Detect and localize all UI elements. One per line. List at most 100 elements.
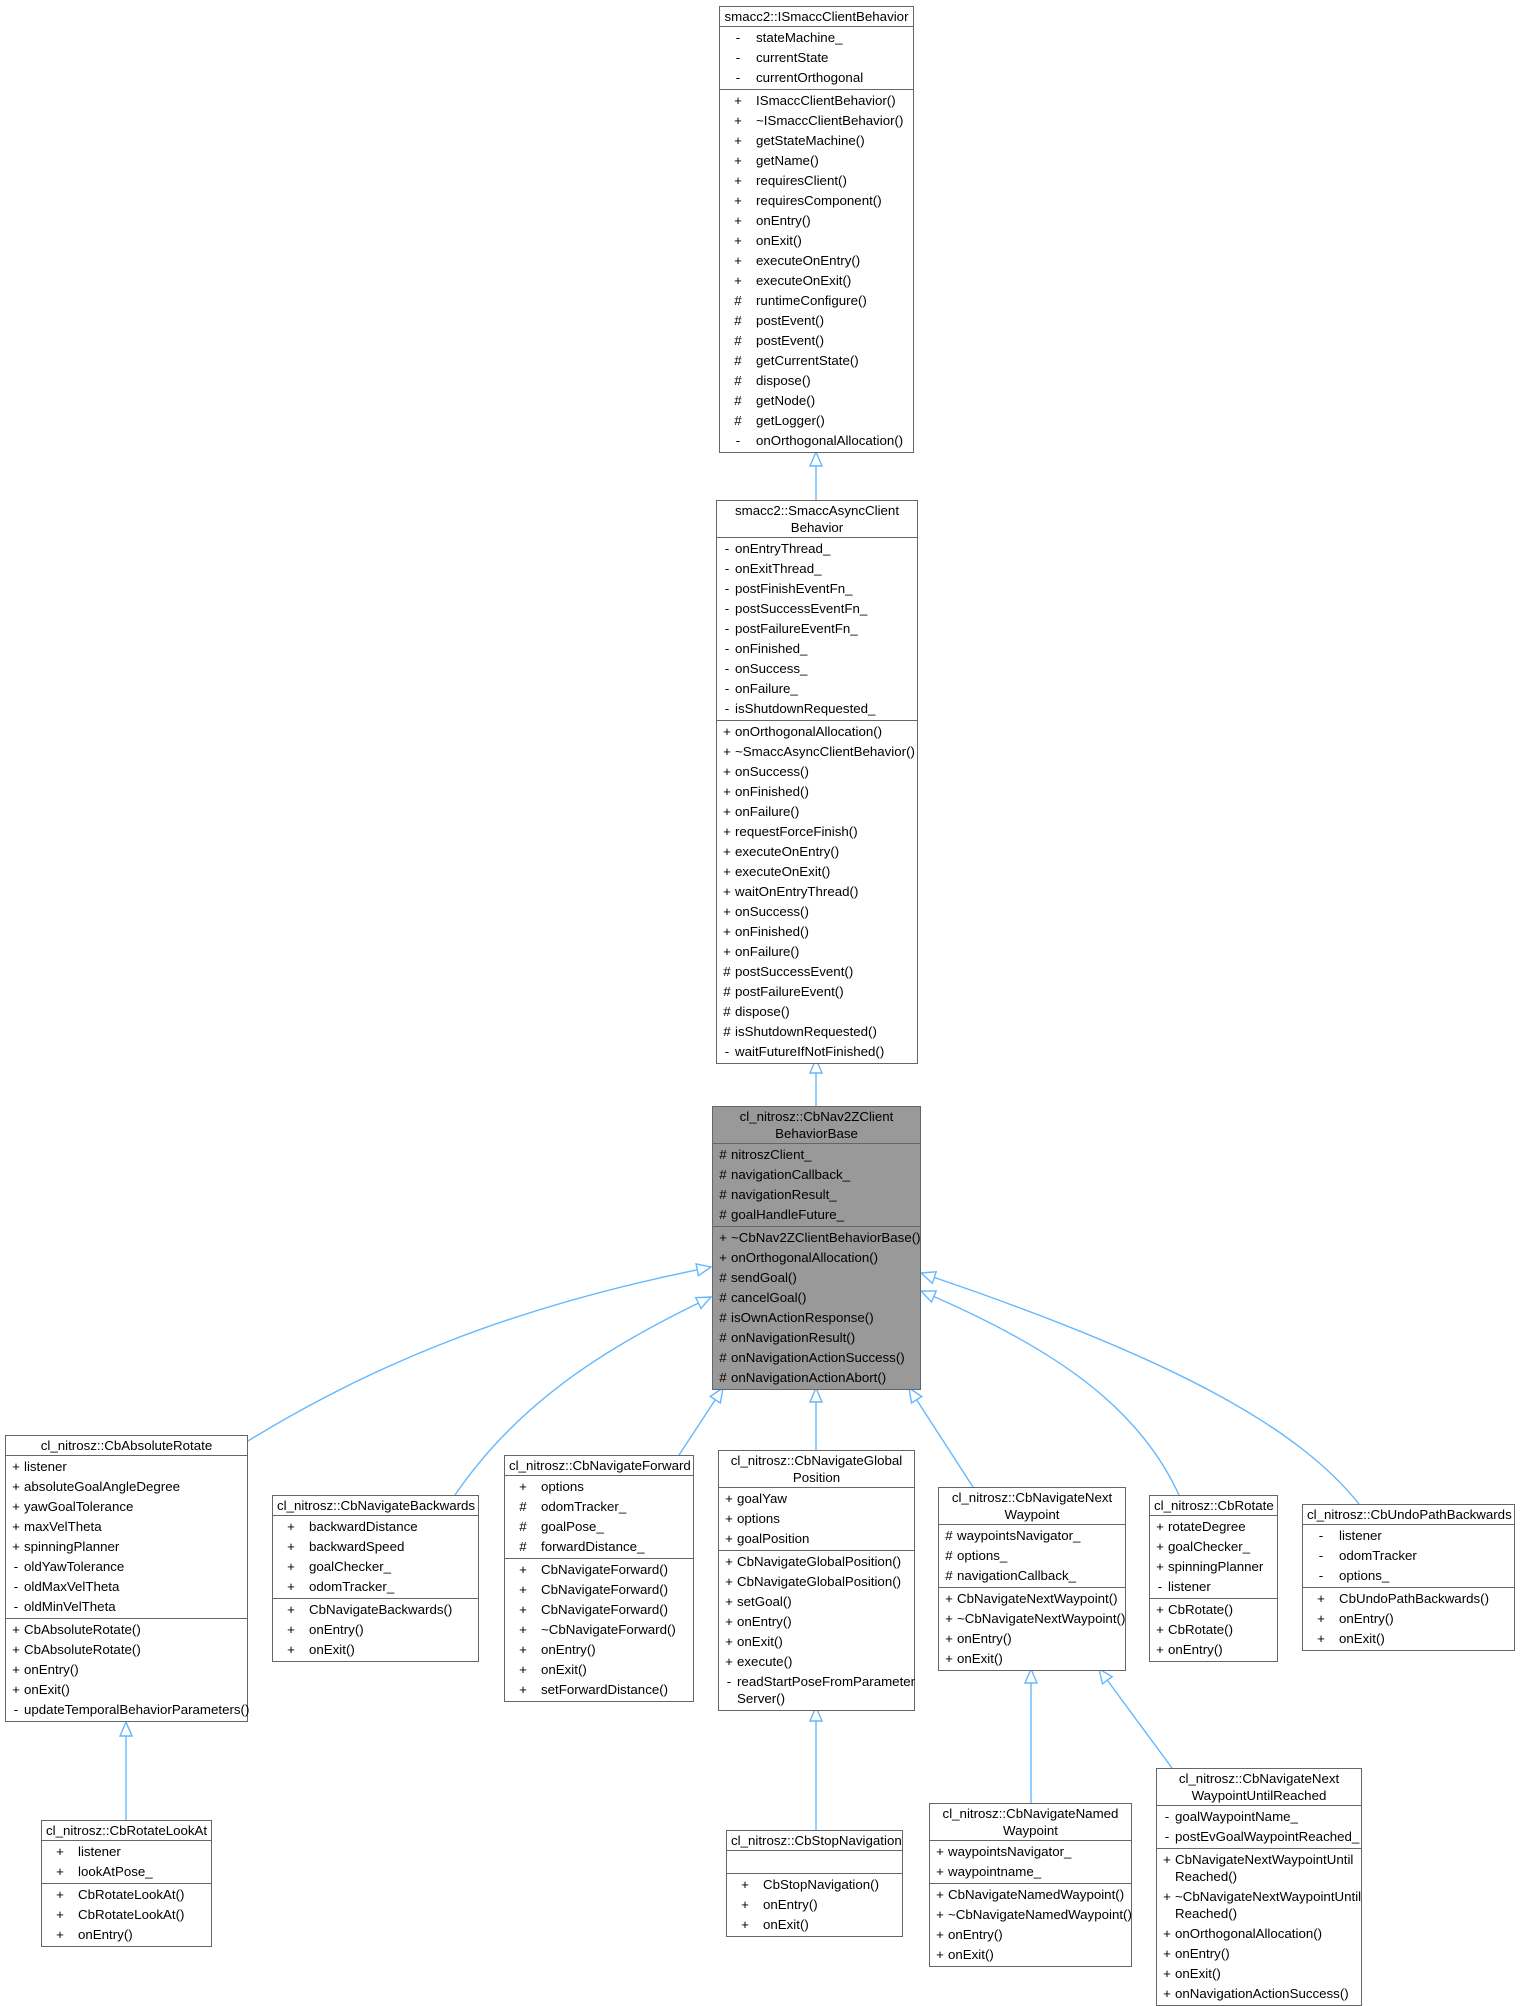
method-row[interactable]: + requestForceFinish() — [717, 822, 917, 842]
class-name[interactable]: cl_nitrosz::CbNavigateNext WaypointUntil… — [1157, 1769, 1361, 1806]
attribute-row[interactable]: - stateMachine_ — [720, 28, 913, 48]
class-box-navnext[interactable]: cl_nitrosz::CbNavigateNext Waypoint # wayp… — [938, 1487, 1126, 1671]
attribute-row[interactable]: + goalYaw — [719, 1489, 914, 1509]
method-row[interactable]: + onEntry() — [273, 1620, 478, 1640]
method-row[interactable]: + onFailure() — [717, 942, 917, 962]
attribute-row[interactable]: - postEvGoalWaypointReached_ — [1157, 1827, 1361, 1847]
method-row[interactable]: + CbNavigateNextWaypointUntil Reached() — [1157, 1850, 1361, 1887]
attribute-row[interactable]: # options_ — [939, 1546, 1125, 1566]
method-row[interactable]: - waitFutureIfNotFinished() — [717, 1042, 917, 1062]
method-row[interactable]: # runtimeConfigure() — [720, 291, 913, 311]
method-row[interactable]: + ISmaccClientBehavior() — [720, 91, 913, 111]
method-row[interactable]: - readStartPoseFromParameter Server() — [719, 1672, 915, 1709]
attribute-row[interactable]: # navigationCallback_ — [939, 1566, 1125, 1586]
class-box-named[interactable]: cl_nitrosz::CbNavigateNamed Waypoint + way… — [929, 1803, 1132, 1967]
attribute-row[interactable]: + waypointname_ — [930, 1862, 1131, 1882]
method-row[interactable]: + CbRotateLookAt() — [42, 1885, 211, 1905]
method-row[interactable]: + onEntry() — [719, 1612, 914, 1632]
class-name[interactable]: cl_nitrosz::CbNavigateBackwards — [273, 1496, 478, 1516]
method-row[interactable]: + executeOnExit() — [717, 862, 917, 882]
method-row[interactable]: + onEntry() — [6, 1660, 247, 1680]
method-row[interactable]: + requiresClient() — [720, 171, 913, 191]
method-row[interactable]: # dispose() — [720, 371, 913, 391]
method-row[interactable]: + onOrthogonalAllocation() — [1157, 1924, 1361, 1944]
attribute-row[interactable]: - odomTracker — [1303, 1546, 1514, 1566]
method-row[interactable]: + CbRotate() — [1150, 1620, 1277, 1640]
attribute-row[interactable]: + options — [505, 1477, 693, 1497]
method-row[interactable]: # dispose() — [717, 1002, 917, 1022]
method-row[interactable]: + CbNavigateGlobalPosition() — [719, 1572, 914, 1592]
method-row[interactable]: + CbNavigateForward() — [505, 1600, 693, 1620]
method-row[interactable]: + ~CbNavigateNamedWaypoint() — [930, 1905, 1132, 1925]
method-row[interactable]: + onEntry() — [42, 1925, 211, 1945]
method-row[interactable]: # onNavigationActionAbort() — [713, 1368, 920, 1388]
attribute-row[interactable]: + goalChecker_ — [273, 1557, 478, 1577]
class-box-lookat[interactable]: cl_nitrosz::CbRotateLookAt + listener + look… — [41, 1820, 212, 1947]
method-row[interactable]: + onEntry() — [1150, 1640, 1277, 1660]
class-box-absrot[interactable]: cl_nitrosz::CbAbsoluteRotate + listener + ab… — [5, 1435, 249, 1722]
method-row[interactable]: + onOrthogonalAllocation() — [717, 722, 917, 742]
method-row[interactable]: + onExit() — [719, 1632, 914, 1652]
method-row[interactable]: + CbStopNavigation() — [727, 1875, 902, 1895]
method-row[interactable]: + setForwardDistance() — [505, 1680, 693, 1700]
method-row[interactable]: + CbNavigateForward() — [505, 1560, 693, 1580]
method-row[interactable]: + onEntry() — [727, 1895, 902, 1915]
class-box-navglob[interactable]: cl_nitrosz::CbNavigateGlobal Position + go… — [718, 1450, 915, 1711]
method-row[interactable]: + ~CbNavigateNextWaypointUntil Reached() — [1157, 1887, 1361, 1924]
attribute-row[interactable]: # goalHandleFuture_ — [713, 1205, 920, 1225]
method-row[interactable]: + ~CbNavigateForward() — [505, 1620, 693, 1640]
method-row[interactable]: + executeOnEntry() — [720, 251, 913, 271]
class-name[interactable]: smacc2::ISmaccClientBehavior — [720, 7, 913, 27]
attribute-row[interactable]: + goalChecker_ — [1150, 1537, 1277, 1557]
method-row[interactable]: + executeOnEntry() — [717, 842, 917, 862]
method-row[interactable]: + onSuccess() — [717, 762, 917, 782]
attribute-row[interactable]: - currentOrthogonal — [720, 68, 913, 88]
attribute-row[interactable]: + backwardSpeed — [273, 1537, 478, 1557]
method-row[interactable]: # getLogger() — [720, 411, 913, 431]
attribute-row[interactable]: - currentState — [720, 48, 913, 68]
class-name[interactable]: cl_nitrosz::CbNavigateNamed Waypoint — [930, 1804, 1131, 1841]
method-row[interactable]: + setGoal() — [719, 1592, 914, 1612]
class-box-rotate[interactable]: cl_nitrosz::CbRotate + rotateDegree + goalCh… — [1149, 1495, 1278, 1662]
attribute-row[interactable]: # nitroszClient_ — [713, 1145, 920, 1165]
attribute-row[interactable]: + spinningPlanner — [1150, 1557, 1277, 1577]
method-row[interactable]: + onExit() — [505, 1660, 693, 1680]
method-row[interactable]: + onExit() — [720, 231, 913, 251]
class-box-base[interactable]: cl_nitrosz::CbNav2ZClient BehaviorBase # n… — [712, 1106, 921, 1390]
attribute-row[interactable]: # waypointsNavigator_ — [939, 1526, 1125, 1546]
method-row[interactable]: # getNode() — [720, 391, 913, 411]
method-row[interactable]: + executeOnExit() — [720, 271, 913, 291]
method-row[interactable]: + onExit() — [930, 1945, 1131, 1965]
attribute-row[interactable]: - goalWaypointName_ — [1157, 1807, 1361, 1827]
attribute-row[interactable]: + lookAtPose_ — [42, 1862, 211, 1882]
method-row[interactable]: + execute() — [719, 1652, 914, 1672]
attribute-row[interactable]: + rotateDegree — [1150, 1517, 1277, 1537]
method-row[interactable]: + ~ISmaccClientBehavior() — [720, 111, 913, 131]
method-row[interactable]: # postSuccessEvent() — [717, 962, 917, 982]
attribute-row[interactable]: - oldMaxVelTheta — [6, 1577, 247, 1597]
attribute-row[interactable]: - postSuccessEventFn_ — [717, 599, 917, 619]
method-row[interactable]: + CbAbsoluteRotate() — [6, 1620, 247, 1640]
attribute-row[interactable]: - onSuccess_ — [717, 659, 917, 679]
method-row[interactable]: # onNavigationResult() — [713, 1328, 920, 1348]
method-row[interactable]: # cancelGoal() — [713, 1288, 920, 1308]
method-row[interactable]: + ~CbNavigateNextWaypoint() — [939, 1609, 1125, 1629]
attribute-row[interactable]: + backwardDistance — [273, 1517, 478, 1537]
class-name[interactable]: smacc2::SmaccAsyncClient Behavior — [717, 501, 917, 538]
attribute-row[interactable]: # goalPose_ — [505, 1517, 693, 1537]
method-row[interactable]: + getName() — [720, 151, 913, 171]
attribute-row[interactable]: - options_ — [1303, 1566, 1514, 1586]
attribute-row[interactable]: + waypointsNavigator_ — [930, 1842, 1131, 1862]
method-row[interactable]: + CbNavigateNextWaypoint() — [939, 1589, 1125, 1609]
method-row[interactable]: + onExit() — [273, 1640, 478, 1660]
attribute-row[interactable]: # odomTracker_ — [505, 1497, 693, 1517]
method-row[interactable]: # postEvent() — [720, 311, 913, 331]
attribute-row[interactable]: - onFailure_ — [717, 679, 917, 699]
method-row[interactable]: + CbNavigateForward() — [505, 1580, 693, 1600]
method-row[interactable]: + onNavigationActionSuccess() — [1157, 1984, 1361, 2004]
method-row[interactable]: + onFailure() — [717, 802, 917, 822]
attribute-row[interactable]: + goalPosition — [719, 1529, 914, 1549]
attribute-row[interactable]: + yawGoalTolerance — [6, 1497, 247, 1517]
method-row[interactable]: + onEntry() — [1303, 1609, 1514, 1629]
class-name[interactable]: cl_nitrosz::CbUndoPathBackwards — [1303, 1505, 1514, 1525]
